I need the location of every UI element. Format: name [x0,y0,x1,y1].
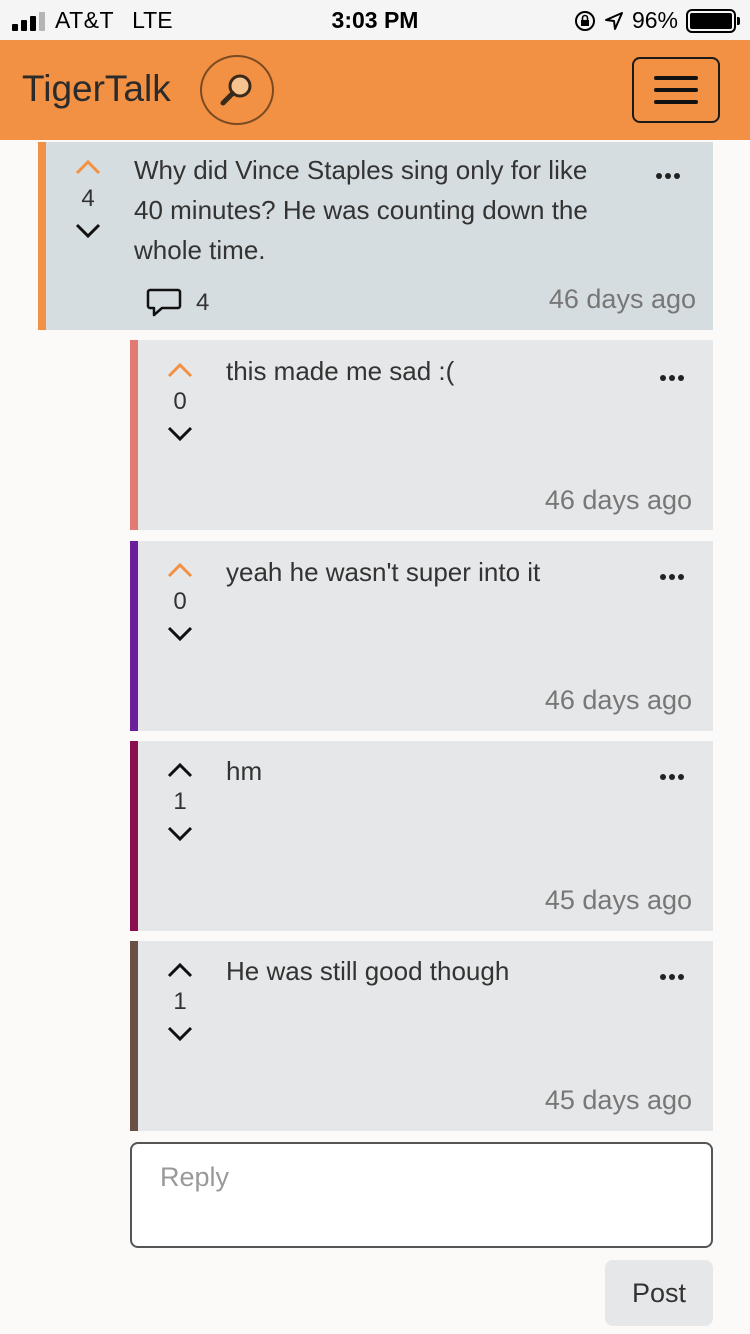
vote-count: 0 [173,588,187,615]
reply-card: 1 He was still good though 45 days ago [130,941,713,1131]
reply-card: 1 hm 45 days ago [130,741,713,931]
reply-card: 0 this made me sad :( 46 days ago [130,340,713,530]
battery-percent: 96% [631,7,678,33]
chevron-down-icon [167,426,193,442]
location-icon [604,11,623,30]
reply-age: 45 days ago [544,885,692,915]
chevron-up-icon [167,762,193,778]
upvote-button[interactable] [66,152,110,182]
reply-age: 46 days ago [544,485,692,515]
chevron-up-icon [167,962,193,978]
vote-count: 4 [81,185,95,212]
vote-control: 4 [66,152,110,246]
upvote-button[interactable] [158,755,202,785]
reply-text: this made me sad :( [226,356,455,386]
reply-text: He was still good though [226,956,510,986]
post-card: 4 Why did Vince Staples sing only for li… [38,142,713,330]
more-options-button[interactable] [660,574,684,580]
status-bar: AT&T LTE 3:03 PM 96% [0,0,750,40]
downvote-button[interactable] [158,619,202,649]
reply-card: 0 yeah he wasn't super into it 46 days a… [130,541,713,731]
hamburger-icon [654,76,698,80]
downvote-button[interactable] [158,1019,202,1049]
vote-count: 1 [173,788,187,815]
vote-control: 1 [158,755,202,849]
post-text: Why did Vince Staples sing only for like… [134,155,588,265]
chevron-down-icon [167,626,193,642]
navbar: TigerTalk [0,40,750,140]
upvote-button[interactable] [158,555,202,585]
reply-input[interactable]: Reply [130,1142,713,1248]
reply-text: yeah he wasn't super into it [226,557,541,587]
chevron-up-icon [75,159,101,175]
vote-control: 0 [158,355,202,449]
search-button[interactable] [200,55,274,125]
chevron-down-icon [167,1026,193,1042]
brand-logo[interactable]: TigerTalk [22,68,171,110]
post-button[interactable]: Post [605,1260,713,1326]
downvote-button[interactable] [158,419,202,449]
vote-control: 1 [158,955,202,1049]
vote-count: 0 [173,388,187,415]
comment-count-label: 4 [196,289,210,316]
chevron-up-icon [167,362,193,378]
comment-count[interactable]: 4 [146,287,209,319]
more-options-button[interactable] [656,173,680,179]
chevron-down-icon [75,223,101,239]
reply-age: 45 days ago [544,1085,692,1115]
vote-control: 0 [158,555,202,649]
downvote-button[interactable] [66,216,110,246]
more-options-button[interactable] [660,375,684,381]
more-options-button[interactable] [660,974,684,980]
more-options-button[interactable] [660,774,684,780]
reply-age: 46 days ago [544,685,692,715]
upvote-button[interactable] [158,955,202,985]
vote-count: 1 [173,988,187,1015]
comment-icon [146,288,182,317]
menu-button[interactable] [632,57,720,123]
chevron-down-icon [167,826,193,842]
reply-text: hm [226,756,263,786]
chevron-up-icon [167,562,193,578]
downvote-button[interactable] [158,819,202,849]
post-age: 46 days ago [548,284,696,314]
battery-icon [686,8,740,33]
upvote-button[interactable] [158,355,202,385]
search-icon [220,74,252,106]
rotation-lock-icon [574,10,595,31]
